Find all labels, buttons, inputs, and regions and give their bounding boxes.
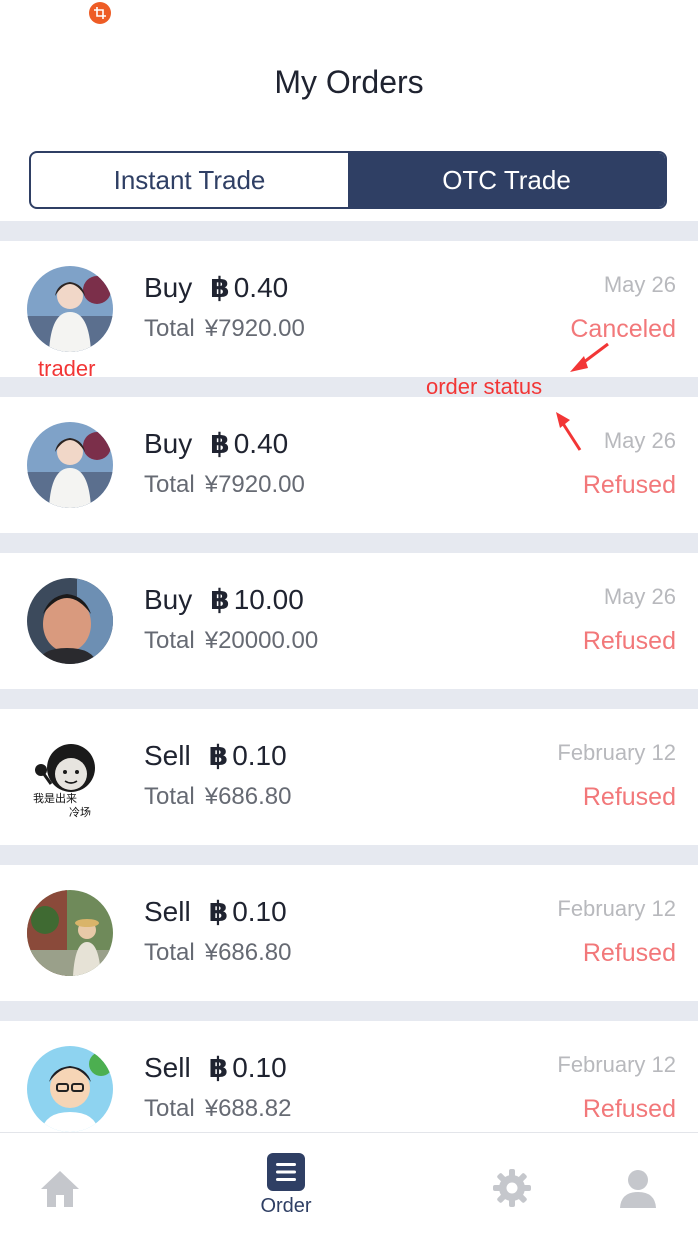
order-status: Refused — [582, 939, 676, 967]
order-side: Sell — [144, 740, 191, 771]
tab-otc-trade[interactable]: OTC Trade — [348, 153, 665, 207]
arrow-up-icon — [570, 342, 609, 372]
total-value: 7920.00 — [218, 471, 305, 498]
order-side: Sell — [144, 1052, 191, 1083]
order-date: February 12 — [557, 740, 676, 765]
bitcoin-icon: ฿ — [210, 272, 230, 303]
order-total: Total ¥7920.00 — [144, 315, 305, 343]
trader-avatar[interactable]: 我是出来 冷场 — [27, 734, 113, 820]
bitcoin-icon: ฿ — [208, 896, 229, 927]
trader-avatar[interactable] — [27, 266, 113, 352]
order-status: Refused — [582, 471, 676, 499]
yuan-icon: ¥ — [204, 939, 219, 966]
order-amount: 0.40 — [233, 428, 289, 459]
total-value: 20000.00 — [218, 627, 319, 654]
bitcoin-icon: ฿ — [208, 1052, 229, 1083]
order-type: Buy ฿ 10.00 — [144, 583, 304, 616]
bitcoin-icon: ฿ — [208, 740, 229, 771]
total-value: 688.82 — [218, 1095, 292, 1122]
order-date: February 12 — [557, 1052, 676, 1077]
tab-instant-trade[interactable]: Instant Trade — [31, 153, 348, 207]
arrow-down-icon — [556, 412, 582, 451]
trader-avatar[interactable] — [27, 1046, 113, 1132]
order-type: Sell ฿ 0.10 — [144, 1051, 287, 1084]
crop-icon — [89, 2, 111, 24]
total-label: Total — [144, 1095, 195, 1122]
yuan-icon: ¥ — [204, 1095, 219, 1122]
header: My Orders Instant Trade OTC Trade — [0, 0, 698, 221]
total-value: 686.80 — [218, 783, 292, 810]
bitcoin-icon: ฿ — [210, 428, 230, 459]
order-total: Total ¥686.80 — [144, 783, 291, 811]
page-title: My Orders — [274, 64, 424, 100]
order-status: Refused — [582, 627, 676, 655]
total-label: Total — [144, 627, 195, 654]
yuan-icon: ¥ — [204, 783, 219, 810]
order-total: Total ¥20000.00 — [144, 627, 318, 655]
order-side: Buy — [144, 428, 193, 459]
trade-type-segmented-control: Instant Trade OTC Trade — [29, 151, 667, 209]
order-total: Total ¥7920.00 — [144, 471, 305, 499]
order-status-annotation: order status — [426, 374, 543, 399]
order-row[interactable]: 我是出来 冷场 Sell ฿ 0.10 Total ¥686.80 February … — [0, 709, 698, 845]
tab-settings[interactable] — [472, 1133, 552, 1243]
total-value: 7920.00 — [218, 315, 305, 342]
yuan-icon: ¥ — [204, 315, 219, 342]
yuan-icon: ¥ — [204, 627, 219, 654]
order-date: May 26 — [603, 272, 676, 297]
trader-annotation: trader — [38, 356, 96, 381]
total-label: Total — [144, 315, 195, 342]
yuan-icon: ¥ — [204, 471, 219, 498]
order-side: Buy — [144, 272, 193, 303]
order-total: Total ¥688.82 — [144, 1095, 291, 1123]
order-row[interactable]: Buy ฿ 10.00 Total ¥20000.00 May 26 Refused — [0, 553, 698, 689]
total-label: Total — [144, 783, 195, 810]
tab-order-label: Order — [260, 1195, 312, 1217]
order-date: May 26 — [603, 584, 676, 609]
order-row[interactable]: Sell ฿ 0.10 Total ¥686.80 February 12 Refus… — [0, 865, 698, 1001]
tab-home[interactable] — [20, 1133, 100, 1243]
order-status: Refused — [582, 1095, 676, 1123]
annotation-arrows — [556, 342, 609, 451]
bottom-tab-bar: Order — [0, 1132, 698, 1243]
home-icon — [41, 1171, 79, 1207]
order-status: Refused — [582, 783, 676, 811]
order-list-icon — [267, 1153, 305, 1191]
total-value: 686.80 — [218, 939, 292, 966]
order-total: Total ¥686.80 — [144, 939, 291, 967]
order-type: Buy ฿ 0.40 — [144, 427, 288, 460]
trader-avatar[interactable] — [27, 422, 113, 508]
trader-avatar[interactable] — [27, 578, 113, 664]
total-label: Total — [144, 939, 195, 966]
order-type: Sell ฿ 0.10 — [144, 895, 287, 928]
order-side: Sell — [144, 896, 191, 927]
order-amount: 0.40 — [233, 272, 289, 303]
bitcoin-icon: ฿ — [210, 584, 230, 615]
sticker-text-line2: 冷场 — [69, 805, 91, 819]
order-type: Sell ฿ 0.10 — [144, 739, 287, 772]
gear-icon — [493, 1169, 531, 1207]
order-amount: 0.10 — [232, 1052, 287, 1083]
order-amount: 10.00 — [233, 584, 304, 615]
sticker-text-line1: 我是出来 — [33, 791, 77, 805]
tab-profile[interactable] — [598, 1133, 678, 1243]
order-date: February 12 — [557, 896, 676, 921]
total-label: Total — [144, 471, 195, 498]
tab-order[interactable]: Order — [246, 1133, 326, 1243]
order-type: Buy ฿ 0.40 — [144, 271, 288, 304]
order-side: Buy — [144, 584, 193, 615]
order-amount: 0.10 — [232, 896, 287, 927]
order-amount: 0.10 — [232, 740, 287, 771]
user-icon — [620, 1170, 656, 1208]
trader-avatar[interactable] — [27, 890, 113, 976]
